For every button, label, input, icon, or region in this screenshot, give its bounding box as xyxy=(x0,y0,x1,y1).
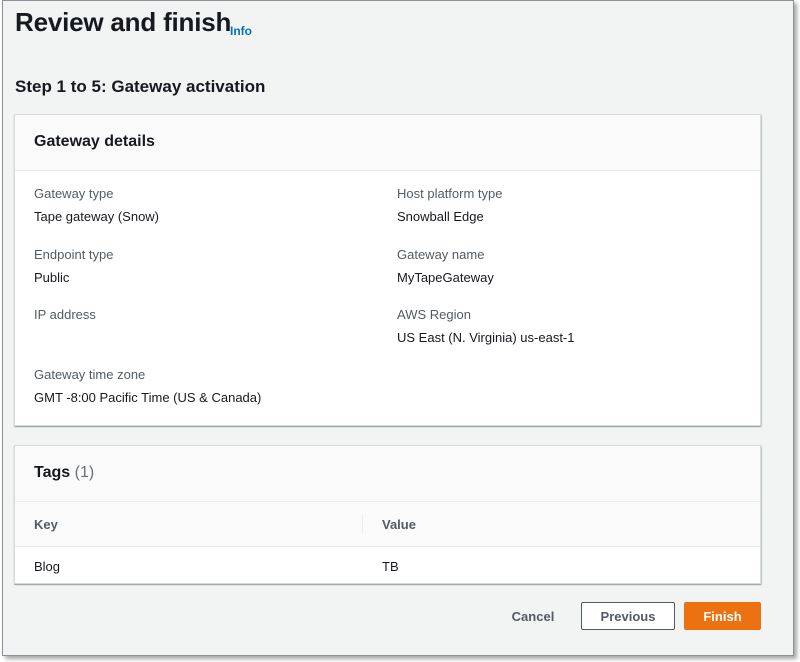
gateway-details-panel: Gateway details Gateway type Tape gatewa… xyxy=(14,114,761,426)
wizard-window: Review and finish Info Step 1 to 5: Gate… xyxy=(2,0,794,656)
gateway-details-body: Gateway type Tape gateway (Snow) Host pl… xyxy=(15,171,760,426)
table-row: Blog TB xyxy=(15,547,760,584)
tags-panel: Tags (1) Key Value Blog TB xyxy=(14,445,761,584)
tag-value-cell: TB xyxy=(382,559,399,574)
column-header-value[interactable]: Value xyxy=(382,517,416,532)
tags-heading: Tags (1) xyxy=(15,446,760,502)
field-value: Snowball Edge xyxy=(397,209,484,224)
tags-table-header: Key Value xyxy=(15,502,760,547)
step-title: Step 1 to 5: Gateway activation xyxy=(15,77,266,96)
field-label: Gateway name xyxy=(397,247,485,262)
field-label: Gateway type xyxy=(34,186,114,201)
previous-button[interactable]: Previous xyxy=(581,602,675,630)
tag-key-cell: Blog xyxy=(34,559,61,574)
cancel-button[interactable]: Cancel xyxy=(503,605,563,627)
field-gateway-name: Gateway name MyTapeGateway xyxy=(397,247,494,285)
field-label: Host platform type xyxy=(397,186,503,201)
field-gateway-type: Gateway type Tape gateway (Snow) xyxy=(34,186,159,224)
column-header-key[interactable]: Key xyxy=(34,517,58,532)
field-host-platform-type: Host platform type Snowball Edge xyxy=(397,186,503,224)
tags-count: (1) xyxy=(74,464,95,481)
field-label: AWS Region xyxy=(397,307,471,322)
gateway-details-heading: Gateway details xyxy=(15,115,760,171)
field-label: Gateway time zone xyxy=(34,367,146,382)
column-divider xyxy=(362,514,363,534)
page-title: Review and finish xyxy=(15,7,232,37)
field-ip-address: IP address xyxy=(34,307,96,330)
field-gateway-time-zone: Gateway time zone GMT -8:00 Pacific Time… xyxy=(34,367,261,405)
info-link[interactable]: Info xyxy=(230,24,252,38)
tags-title: Tags xyxy=(34,464,71,481)
field-label: IP address xyxy=(34,307,96,322)
field-value: Tape gateway (Snow) xyxy=(34,209,160,224)
field-value: GMT -8:00 Pacific Time (US & Canada) xyxy=(34,390,262,405)
field-value: US East (N. Virginia) us-east-1 xyxy=(397,330,575,345)
field-value: Public xyxy=(34,270,70,285)
field-value: MyTapeGateway xyxy=(397,270,494,285)
finish-button[interactable]: Finish xyxy=(684,602,761,630)
field-label: Endpoint type xyxy=(34,247,114,262)
field-endpoint-type: Endpoint type Public xyxy=(34,247,114,285)
field-aws-region: AWS Region US East (N. Virginia) us-east… xyxy=(397,307,575,345)
